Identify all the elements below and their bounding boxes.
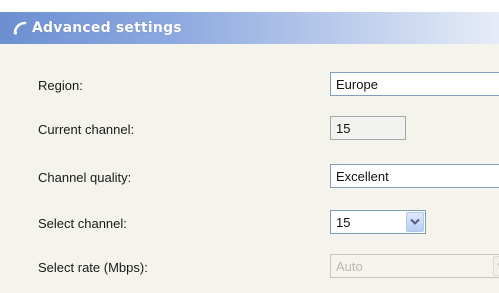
current-channel-row: Current channel: 15	[0, 116, 499, 144]
advanced-settings-window: Advanced settings Region: Europe Current…	[0, 0, 499, 293]
channel-quality-label: Channel quality:	[38, 170, 132, 185]
select-rate-dropdown[interactable]: Auto	[330, 254, 499, 278]
select-rate-row: Select rate (Mbps): Auto	[0, 254, 499, 282]
wifi-signal-icon	[12, 20, 28, 36]
settings-panel: Region: Europe Current channel: 15 Chann…	[0, 44, 499, 293]
select-channel-value: 15	[336, 215, 351, 230]
channel-quality-row: Channel quality: Excellent	[0, 164, 499, 192]
select-rate-value: Auto	[336, 259, 363, 274]
title-bar: Advanced settings	[0, 12, 499, 44]
region-row: Region: Europe	[0, 72, 499, 100]
current-channel-value: 15	[330, 116, 406, 140]
current-channel-label: Current channel:	[38, 122, 135, 137]
select-channel-row: Select channel: 15	[0, 210, 499, 238]
chevron-down-icon	[493, 256, 499, 276]
window-title: Advanced settings	[32, 20, 182, 36]
select-rate-label: Select rate (Mbps):	[38, 260, 148, 275]
select-channel-dropdown[interactable]: 15	[330, 210, 426, 234]
select-channel-label: Select channel:	[38, 216, 127, 231]
chevron-down-icon[interactable]	[406, 212, 424, 232]
region-label: Region:	[38, 78, 83, 93]
channel-quality-field: Excellent	[330, 164, 499, 188]
region-field[interactable]: Europe	[330, 72, 499, 96]
window-top-strip	[0, 0, 499, 12]
